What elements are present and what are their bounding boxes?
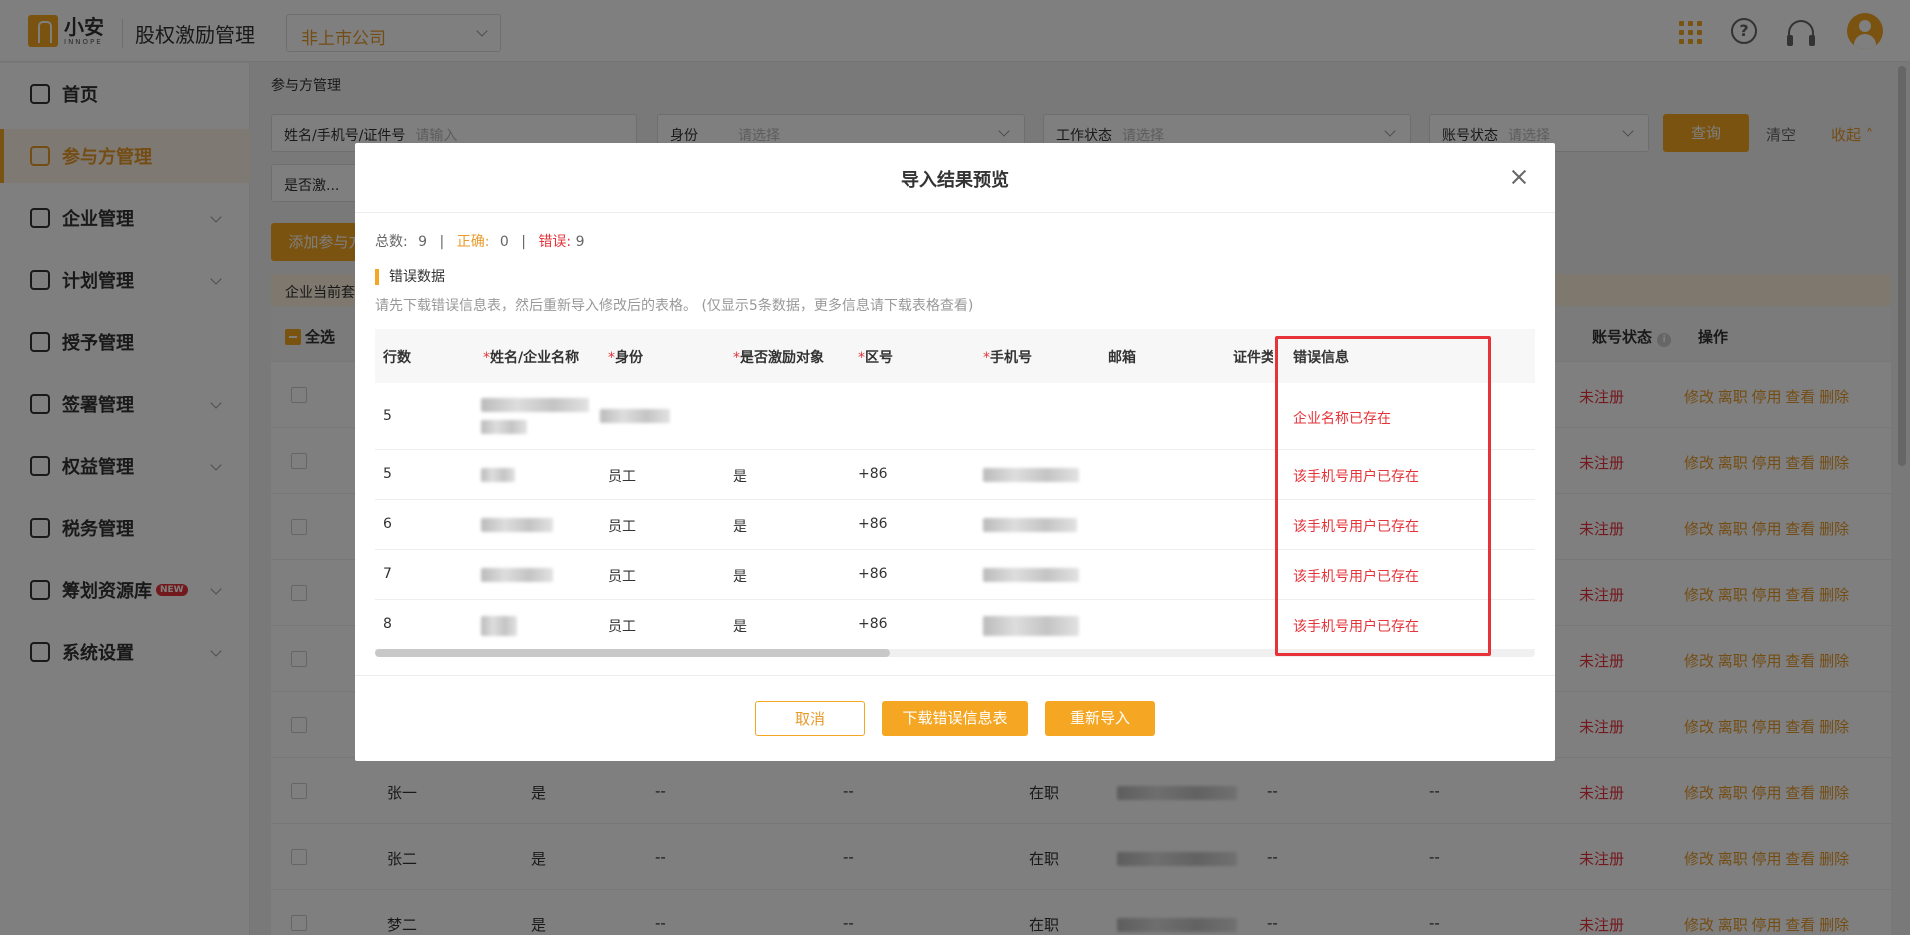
error-label: 错误: (538, 234, 572, 250)
col-incentive: *是否激励对象 (733, 350, 824, 366)
cell-area-code: +86 (858, 616, 888, 632)
blurred-name (481, 518, 553, 532)
blurred-name (481, 568, 553, 582)
error-column-highlight (1275, 336, 1491, 656)
import-preview-modal: 导入结果预览 总数: 9 | 正确: 0 | 错误: 9 错误数据 请先下载错误… (355, 143, 1555, 761)
blurred-identity (600, 409, 670, 423)
cell-line: 6 (383, 516, 392, 532)
col-area-code: *区号 (858, 350, 893, 366)
cell-line: 8 (383, 616, 392, 632)
cancel-button[interactable]: 取消 (755, 701, 865, 736)
blurred-phone (983, 568, 1079, 582)
blurred-phone (983, 468, 1079, 482)
import-summary: 总数: 9 | 正确: 0 | 错误: 9 (375, 234, 585, 250)
cell-identity: 员工 (608, 469, 636, 485)
ok-count: 0 (499, 234, 509, 250)
reimport-button[interactable]: 重新导入 (1045, 701, 1155, 736)
col-line: 行数 (383, 350, 411, 366)
cell-line: 5 (383, 408, 392, 424)
blurred-name (481, 398, 589, 412)
modal-header: 导入结果预览 (355, 143, 1555, 213)
cell-incentive: 是 (733, 619, 747, 635)
blurred-phone (983, 616, 1079, 636)
cell-incentive: 是 (733, 519, 747, 535)
col-identity: *身份 (608, 350, 643, 366)
total-label: 总数: (375, 234, 408, 250)
cell-incentive: 是 (733, 469, 747, 485)
total-count: 9 (418, 234, 428, 250)
blurred-phone (983, 518, 1077, 532)
scrollbar-thumb[interactable] (375, 649, 890, 657)
col-email: 邮箱 (1108, 350, 1136, 366)
cell-area-code: +86 (858, 566, 888, 582)
col-name: *姓名/企业名称 (483, 350, 580, 366)
cell-line: 7 (383, 566, 392, 582)
cell-area-code: +86 (858, 516, 888, 532)
ok-label: 正确: (456, 234, 490, 250)
close-icon[interactable] (1509, 167, 1529, 187)
section-description: 请先下载错误信息表，然后重新导入修改后的表格。 (仅显示5条数据，更多信息请下载… (375, 298, 974, 314)
download-error-sheet-button[interactable]: 下载错误信息表 (882, 701, 1028, 736)
footer-divider (355, 675, 1555, 676)
col-phone: *手机号 (983, 350, 1032, 366)
blurred-name (481, 616, 517, 636)
cell-identity: 员工 (608, 619, 636, 635)
blurred-name (481, 468, 515, 482)
cell-identity: 员工 (608, 519, 636, 535)
cell-area-code: +86 (858, 466, 888, 482)
col-id-type: 证件类 (1233, 350, 1273, 366)
cell-line: 5 (383, 466, 392, 482)
error-count: 9 (575, 234, 585, 250)
cell-incentive: 是 (733, 569, 747, 585)
section-title: 错误数据 (375, 269, 445, 285)
modal-title: 导入结果预览 (901, 170, 1009, 191)
cell-identity: 员工 (608, 569, 636, 585)
blurred-name (481, 420, 527, 434)
